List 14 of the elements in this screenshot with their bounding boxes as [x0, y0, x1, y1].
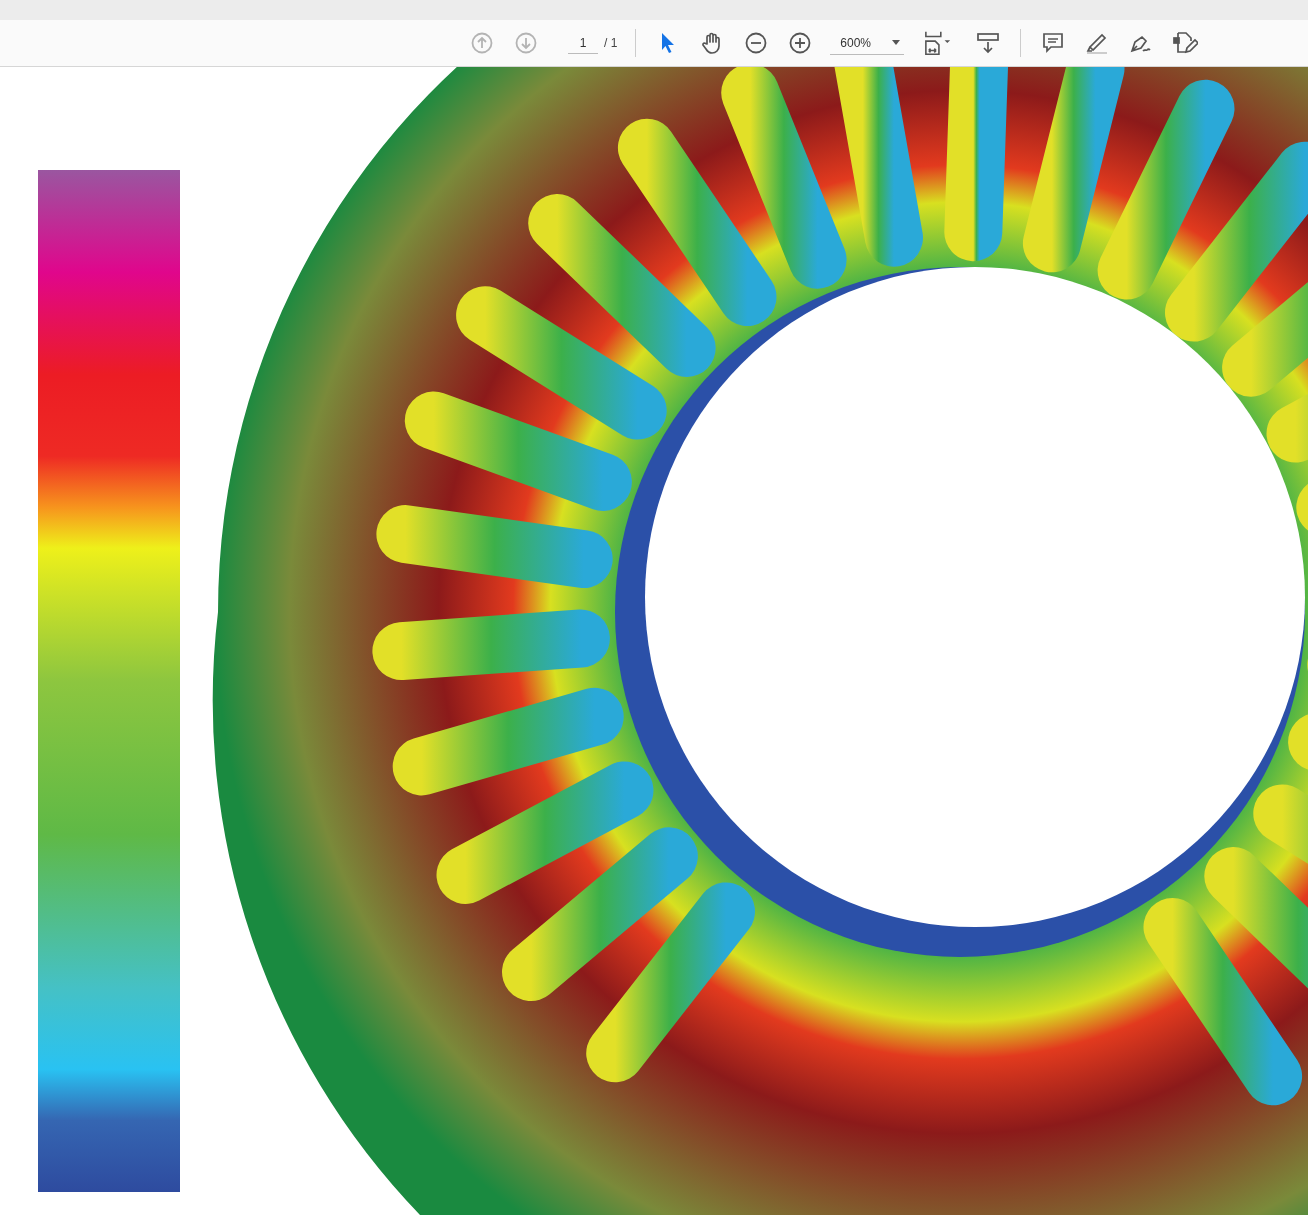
fill-sign-icon: [1172, 30, 1199, 56]
scroll-mode-icon: [976, 32, 1001, 54]
select-tool-icon: [660, 32, 677, 54]
zoom-out-icon: [745, 32, 768, 54]
next-page-icon: [515, 32, 537, 54]
page-total: / 1: [604, 35, 618, 52]
zoom-dropdown[interactable]: 600%: [830, 31, 905, 55]
caret-icon: [892, 40, 901, 45]
fit-page-icon: [924, 30, 953, 56]
comment-icon: [1041, 31, 1066, 55]
zoom-in-icon: [789, 32, 812, 54]
fit-page-button[interactable]: [924, 29, 953, 57]
page-number-field[interactable]: 1: [568, 32, 598, 54]
previous-page-icon: [471, 32, 493, 54]
